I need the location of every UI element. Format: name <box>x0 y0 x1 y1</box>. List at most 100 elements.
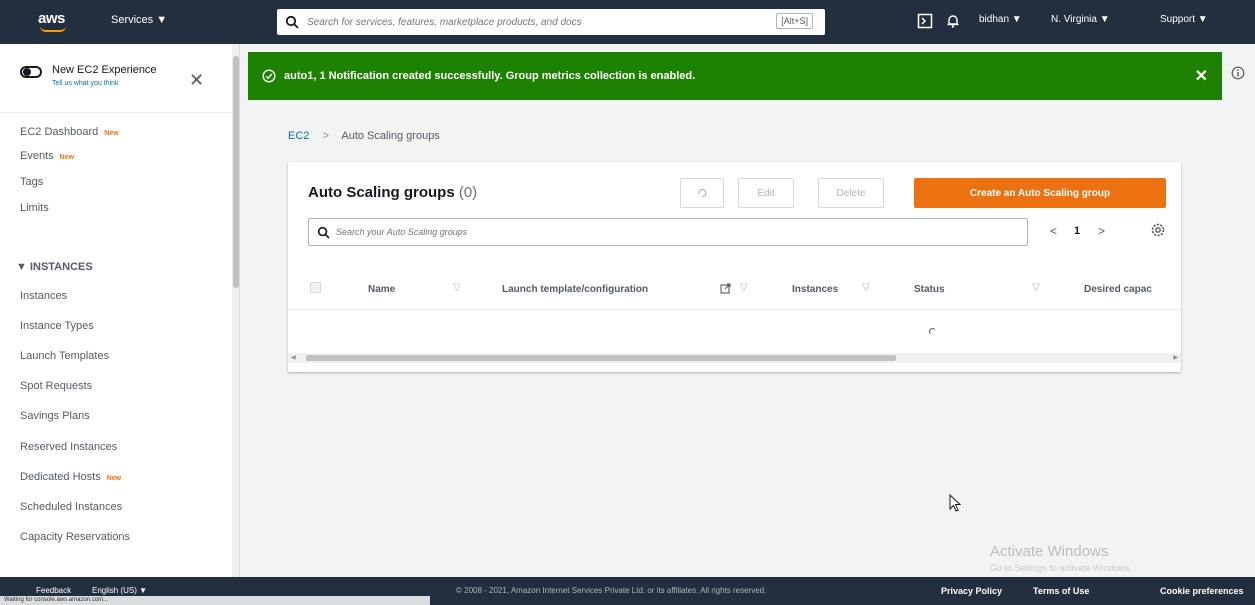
horizontal-scrollbar[interactable]: ◀ ▶ <box>288 353 1181 363</box>
refresh-icon <box>698 188 707 198</box>
sidebar-item-label: Scheduled Instances <box>20 501 123 513</box>
search-icon <box>317 226 330 239</box>
new-experience-title: New EC2 Experience <box>52 64 157 76</box>
page-title: Auto Scaling groups (0) <box>308 184 477 201</box>
new-badge: New <box>59 154 75 161</box>
table-header: Name ▽ Launch template/configuration ▽ I… <box>288 266 1181 310</box>
sort-icon[interactable]: ▽ <box>453 282 461 293</box>
account-menu[interactable]: bidhan ▼ <box>979 14 1022 25</box>
top-navigation-bar: aws Services ▼ [Alt+S] bidhan ▼ N. Virgi… <box>0 0 1255 44</box>
refresh-button[interactable] <box>680 178 724 208</box>
close-icon[interactable]: ✕ <box>189 70 204 91</box>
scroll-right-arrow[interactable]: ▶ <box>1173 354 1178 361</box>
activation-watermark-title: Activate Windows <box>990 543 1109 560</box>
sidebar-item-scheduled-instances[interactable]: Scheduled Instances <box>20 501 122 513</box>
breadcrumb: EC2 > Auto Scaling groups <box>288 130 440 142</box>
filter-input[interactable] <box>336 227 1016 237</box>
sidebar-item-ec2-dashboard[interactable]: EC2 Dashboard New <box>20 126 119 138</box>
breadcrumb-current: Auto Scaling groups <box>341 130 440 142</box>
sidebar-item-label: Launch Templates <box>20 350 110 362</box>
column-header-desired-capacity[interactable]: Desired capac <box>1084 284 1152 295</box>
select-all-checkbox[interactable] <box>310 282 321 293</box>
sidebar-item-instance-types[interactable]: Instance Types <box>20 320 94 332</box>
sidebar-item-spot-requests[interactable]: Spot Requests <box>20 380 92 392</box>
terms-of-use-link[interactable]: Terms of Use <box>1033 586 1089 596</box>
group-count: (0) <box>458 184 478 201</box>
sidebar-item-capacity-reservations[interactable]: Capacity Reservations <box>20 531 130 543</box>
sidebar-item-launch-templates[interactable]: Launch Templates <box>20 350 109 362</box>
new-badge: New <box>104 130 119 137</box>
bell-icon[interactable] <box>945 13 961 29</box>
sidebar-item-label: Dedicated Hosts <box>20 471 101 483</box>
create-auto-scaling-group-button[interactable]: Create an Auto Scaling group <box>914 178 1166 208</box>
table-title: Auto Scaling groups <box>308 184 455 201</box>
cloudshell-icon[interactable] <box>917 13 933 29</box>
services-menu[interactable]: Services ▼ <box>111 14 167 26</box>
scroll-left-arrow[interactable]: ◀ <box>291 354 296 361</box>
sidebar-item-label: Instances <box>20 290 68 302</box>
sidebar-item-instances[interactable]: Instances <box>20 290 67 302</box>
column-header-name[interactable]: Name <box>368 284 395 295</box>
external-link-icon <box>720 283 731 294</box>
global-search-input[interactable] <box>307 16 747 28</box>
scrollbar-thumb[interactable] <box>306 355 896 361</box>
sort-icon[interactable]: ▽ <box>862 282 870 293</box>
privacy-policy-link[interactable]: Privacy Policy <box>941 586 1002 596</box>
global-search[interactable]: [Alt+S] <box>277 9 825 35</box>
region-menu[interactable]: N. Virginia ▼ <box>1051 14 1110 25</box>
loading-spinner <box>929 328 936 335</box>
column-header-status[interactable]: Status <box>914 284 945 295</box>
search-shortcut-hint: [Alt+S] <box>776 13 813 29</box>
sidebar-navigation: New EC2 Experience Tell us what you thin… <box>0 44 240 577</box>
sidebar-divider <box>0 112 232 113</box>
feedback-link[interactable]: Tell us what you think <box>52 80 119 87</box>
sidebar-item-label: Events <box>20 150 54 162</box>
aws-smile-icon <box>40 26 66 32</box>
aws-logo[interactable]: aws <box>38 10 74 34</box>
sidebar-item-tags[interactable]: Tags <box>20 176 43 188</box>
new-badge: New <box>106 475 122 482</box>
feedback-link[interactable]: Feedback <box>36 586 71 595</box>
scrollbar-thumb[interactable] <box>233 56 239 288</box>
column-header-instances[interactable]: Instances <box>792 284 838 295</box>
language-selector[interactable]: English (US) ▼ <box>92 586 147 595</box>
cookie-preferences-link[interactable]: Cookie preferences <box>1160 586 1244 596</box>
success-flashbar: auto1, 1 Notification created successful… <box>248 52 1222 100</box>
dismiss-close-icon[interactable]: ✕ <box>1195 66 1208 86</box>
mouse-cursor-icon <box>949 494 962 512</box>
sidebar-item-events[interactable]: Events New <box>20 150 74 162</box>
column-header-launch-template[interactable]: Launch template/configuration <box>502 284 648 295</box>
edit-button[interactable]: Edit <box>738 178 794 208</box>
breadcrumb-separator: > <box>322 130 329 142</box>
breadcrumb-ec2[interactable]: EC2 <box>288 130 309 142</box>
sidebar-item-label: Instance Types <box>20 320 94 332</box>
info-icon[interactable] <box>1231 66 1245 80</box>
copyright-text: © 2008 - 2021, Amazon Internet Services … <box>456 586 767 595</box>
search-filter[interactable] <box>308 218 1028 246</box>
next-page-button[interactable]: > <box>1098 224 1105 238</box>
sort-icon[interactable]: ▽ <box>1032 282 1040 293</box>
sidebar-item-dedicated-hosts[interactable]: Dedicated Hosts New <box>20 471 121 483</box>
sidebar-item-label: Reserved Instances <box>20 441 118 453</box>
sidebar-item-reserved-instances[interactable]: Reserved Instances <box>20 441 117 453</box>
gear-icon[interactable] <box>1150 222 1166 238</box>
page-number-1[interactable]: 1 <box>1074 225 1080 237</box>
delete-button[interactable]: Delete <box>818 178 884 208</box>
sidebar-item-limits[interactable]: Limits <box>20 202 49 214</box>
sort-icon[interactable]: ▽ <box>740 282 748 293</box>
aws-logo-text: aws <box>38 10 65 27</box>
sidebar-item-label: EC2 Dashboard <box>20 126 99 138</box>
support-menu[interactable]: Support ▼ <box>1160 14 1208 25</box>
sidebar-scrollbar[interactable] <box>232 44 239 577</box>
browser-status-bar: Waiting for console.aws.amazon.com... <box>0 596 430 605</box>
sidebar-item-savings-plans[interactable]: Savings Plans <box>20 410 90 422</box>
auto-scaling-groups-table: Auto Scaling groups (0) Edit Delete Crea… <box>288 162 1181 372</box>
previous-page-button[interactable]: < <box>1050 224 1057 238</box>
sidebar-item-label: Spot Requests <box>20 380 93 392</box>
sidebar-item-label: Tags <box>20 176 44 188</box>
sidebar-item-label: Capacity Reservations <box>20 531 131 543</box>
sidebar-item-label: Savings Plans <box>20 410 90 422</box>
sidebar-section-instances[interactable]: ▼ INSTANCES <box>16 261 93 273</box>
new-experience-toggle[interactable] <box>20 66 42 78</box>
flash-message: auto1, 1 Notification created successful… <box>284 70 696 82</box>
